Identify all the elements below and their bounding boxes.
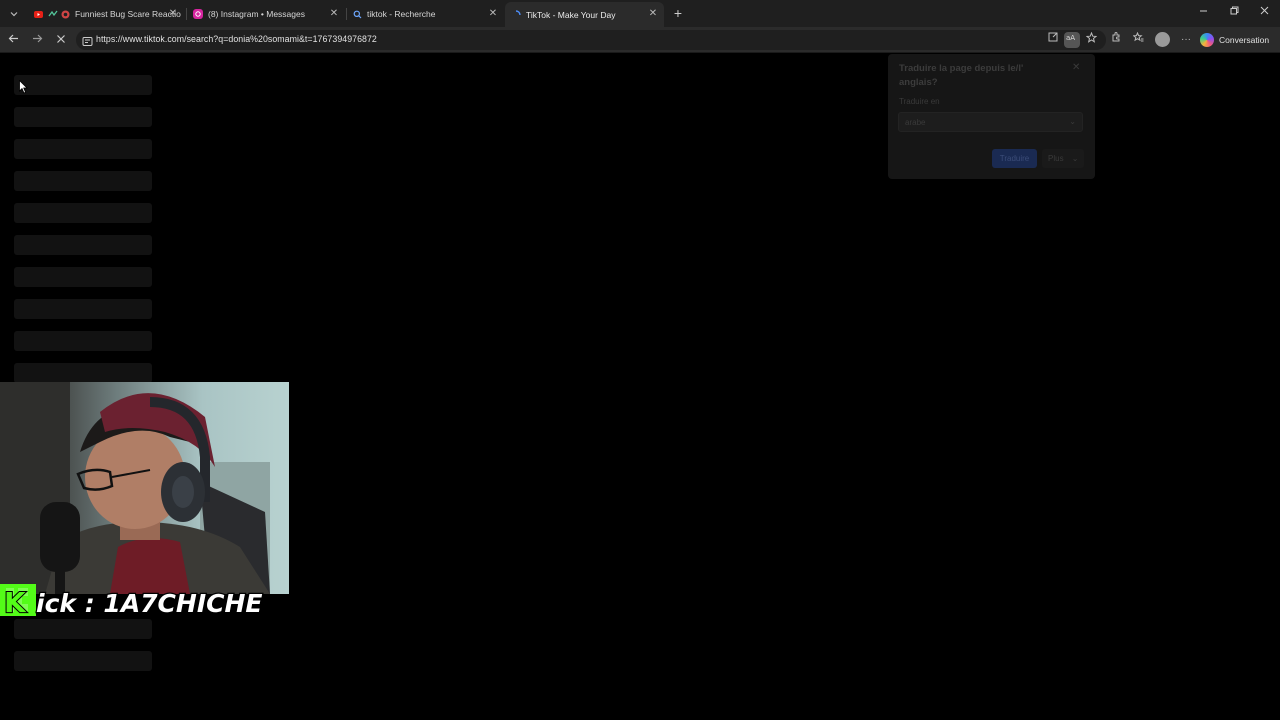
skeleton-bar — [14, 619, 152, 639]
close-icon[interactable]: ✕ — [168, 8, 178, 20]
mouse-cursor-icon — [19, 80, 28, 94]
translate-popup: Traduire la page depuis le/l' anglais? ✕… — [888, 54, 1095, 179]
open-in-app-icon[interactable] — [1045, 32, 1061, 48]
translate-button[interactable]: Traduire — [992, 149, 1037, 168]
tab-youtube[interactable]: Funniest Bug Scare Reactio ✕ — [28, 2, 184, 26]
banner-text: ick : 1A7CHICHE — [36, 589, 262, 618]
skeleton-bar — [14, 203, 152, 223]
more-options-icon[interactable]: ··· — [1178, 32, 1194, 48]
skeleton-bar — [14, 267, 152, 287]
copilot-button[interactable]: Conversation — [1200, 31, 1276, 49]
opera-icon — [60, 9, 70, 19]
stop-loading-icon[interactable] — [52, 31, 70, 49]
skeleton-bar — [14, 107, 152, 127]
translate-title: Traduire la page depuis le/l' anglais? — [899, 63, 1024, 88]
skeleton-bar — [14, 363, 152, 383]
skeleton-bar — [14, 299, 152, 319]
language-value: arabe — [905, 118, 926, 127]
kick-logo-letter: K — [4, 586, 27, 618]
browser-toolbar: https://www.tiktok.com/search?q=donia%20… — [0, 27, 1280, 53]
skeleton-bar — [14, 651, 152, 671]
forward-icon[interactable] — [28, 31, 46, 49]
chevron-down-icon: ⌄ — [1071, 154, 1079, 163]
tab-title: (8) Instagram • Messages — [208, 9, 305, 19]
tab-title: TikTok - Make Your Day — [526, 9, 616, 20]
close-icon[interactable]: ✕ — [488, 8, 498, 20]
skeleton-bar — [14, 235, 152, 255]
tiktok-icon — [48, 9, 58, 19]
url-text: https://www.tiktok.com/search?q=donia%20… — [96, 34, 377, 44]
back-icon[interactable] — [4, 31, 22, 49]
skeleton-bar — [14, 75, 152, 95]
site-info-icon[interactable] — [82, 34, 94, 46]
kick-channel-banner: ick : 1A7CHICHE K — [0, 584, 264, 618]
more-label: Plus — [1048, 154, 1064, 163]
minimize-icon[interactable] — [1193, 4, 1213, 22]
profile-avatar[interactable] — [1155, 32, 1170, 47]
close-icon[interactable]: ✕ — [1072, 62, 1080, 73]
tab-title: tiktok - Recherche — [367, 9, 436, 19]
tab-instagram[interactable]: (8) Instagram • Messages ✕ — [187, 2, 345, 26]
skeleton-bar — [14, 331, 152, 351]
skeleton-bar — [14, 139, 152, 159]
restore-icon[interactable] — [1224, 4, 1244, 22]
loading-icon — [511, 9, 521, 20]
more-options-button[interactable]: Plus ⌄ — [1042, 149, 1084, 168]
chevron-down-icon: ⌄ — [1069, 117, 1076, 126]
copilot-label: Conversation — [1219, 35, 1270, 45]
youtube-icon — [34, 9, 43, 19]
address-bar[interactable]: https://www.tiktok.com/search?q=donia%20… — [76, 30, 1106, 50]
tab-actions-menu-icon[interactable] — [5, 5, 23, 23]
tab-strip: Funniest Bug Scare Reactio ✕ (8) Instagr… — [0, 0, 1280, 27]
extensions-icon[interactable] — [1107, 32, 1123, 48]
copilot-icon — [1200, 33, 1214, 47]
close-icon[interactable]: ✕ — [329, 8, 339, 20]
instagram-icon — [193, 9, 203, 19]
close-icon[interactable]: ✕ — [648, 8, 658, 20]
webcam-overlay — [0, 382, 289, 594]
search-icon — [352, 9, 362, 19]
streamer-webcam-image — [0, 382, 270, 594]
language-select[interactable]: arabe ⌄ — [898, 112, 1083, 132]
close-window-icon[interactable] — [1254, 4, 1274, 22]
tab-search[interactable]: tiktok - Recherche ✕ — [346, 2, 504, 26]
translate-to-label: Traduire en — [899, 97, 940, 106]
svg-text:aA: aA — [1066, 34, 1075, 42]
favorite-star-icon[interactable] — [1083, 31, 1099, 48]
tab-tiktok-active[interactable]: TikTok - Make Your Day ✕ — [505, 2, 664, 27]
favorites-icon[interactable] — [1130, 31, 1146, 48]
skeleton-bar — [14, 171, 152, 191]
translate-icon[interactable]: aA — [1064, 32, 1080, 48]
new-tab-icon[interactable]: + — [670, 5, 686, 21]
